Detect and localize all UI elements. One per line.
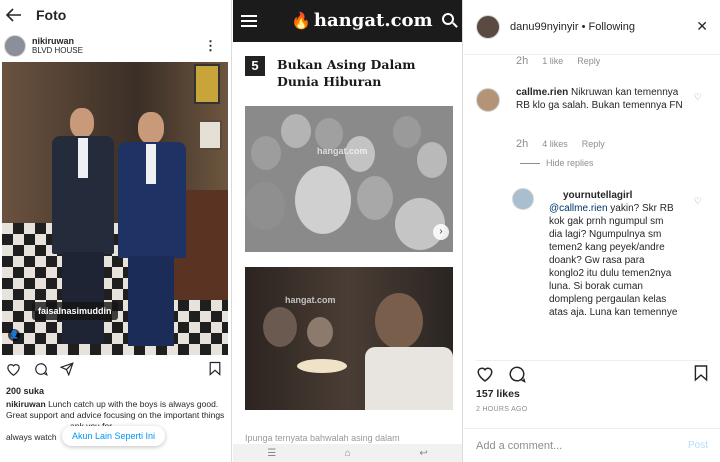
android-nav-bar: ☰ ⌂ ↩ <box>233 444 462 462</box>
reply-button[interactable]: Reply <box>582 139 605 149</box>
next-arrow-icon[interactable]: › <box>433 224 449 240</box>
hide-replies-button[interactable]: Hide replies <box>520 158 594 168</box>
heart-icon[interactable] <box>6 362 21 376</box>
caption-username[interactable]: nikiruwan <box>6 399 46 409</box>
hangat-article-panel: 🔥 hangat.com 5 Bukan Asing Dalam Dunia Hi… <box>233 0 463 462</box>
comments-header: danu99nyinyir • Following ✕ <box>464 0 720 55</box>
close-icon[interactable]: ✕ <box>696 18 708 35</box>
instagram-comments-panel: danu99nyinyir • Following ✕ 2h 1 like Re… <box>464 0 720 462</box>
likes-count[interactable]: 200 suka <box>6 386 44 396</box>
post-actions <box>6 360 221 380</box>
comment-meta: 2h 4 likes Reply <box>516 138 605 150</box>
comment-icon[interactable] <box>34 362 48 376</box>
home-nav-icon[interactable]: ⌂ <box>345 448 351 459</box>
heart-icon[interactable] <box>476 365 494 382</box>
article-heading: 5 Bukan Asing Dalam Dunia Hiburan <box>245 56 447 90</box>
bookmark-icon[interactable] <box>209 361 221 376</box>
article-number: 5 <box>245 56 265 76</box>
tag-user-icon[interactable]: 👤 <box>8 329 20 341</box>
back-nav-icon[interactable]: ↩ <box>419 448 427 459</box>
site-logo[interactable]: 🔥 hangat.com <box>291 10 433 31</box>
comment-likes[interactable]: 4 likes <box>542 139 568 149</box>
more-options-icon[interactable]: ⋮ <box>204 38 217 54</box>
post-header: nikiruwan BLVD HOUSE ⋮ <box>0 30 231 62</box>
comment-icon[interactable] <box>508 365 526 383</box>
site-header: 🔥 hangat.com <box>233 0 462 42</box>
comment-meta: 2h 1 like Reply <box>516 55 601 67</box>
post-button[interactable]: Post <box>688 440 708 451</box>
post-time: 2 HOURS AGO <box>476 406 528 413</box>
avatar[interactable] <box>4 35 26 57</box>
reply-button[interactable]: Reply <box>577 56 600 66</box>
group-selfie-image[interactable]: hangat.com › <box>245 106 453 252</box>
post-location[interactable]: BLVD HOUSE <box>32 46 83 56</box>
comment-username[interactable]: callme.rien <box>516 87 568 98</box>
back-arrow-icon[interactable] <box>6 8 22 22</box>
add-comment-bar: Post <box>464 428 720 462</box>
post-username[interactable]: nikiruwan <box>32 36 83 46</box>
top-bar: Foto <box>0 0 231 30</box>
caption-line: always watch <box>6 432 57 442</box>
post-photo[interactable]: faisalnasimuddin 👤 <box>2 62 228 355</box>
avatar[interactable] <box>476 15 500 39</box>
instagram-photo-panel: Foto nikiruwan BLVD HOUSE ⋮ faisalnasimu… <box>0 0 232 462</box>
menu-icon[interactable] <box>241 15 257 27</box>
likes-count[interactable]: 157 likes <box>476 388 520 400</box>
flame-icon: 🔥 <box>291 11 311 30</box>
header-user: danu99nyinyir • Following <box>510 21 635 33</box>
birthday-cake-image[interactable]: hangat.com <box>245 267 453 410</box>
page-title: Foto <box>36 7 67 23</box>
bookmark-icon[interactable] <box>694 364 708 382</box>
menu-nav-icon[interactable]: ☰ <box>267 448 276 459</box>
comment: callme.rien Nikruwan kan temennya RB klo… <box>516 86 692 112</box>
comment-heart-icon[interactable]: ♡ <box>694 92 702 103</box>
avatar[interactable] <box>476 88 500 112</box>
header-username[interactable]: danu99nyinyir <box>510 21 579 33</box>
comment-heart-icon[interactable]: ♡ <box>694 196 702 207</box>
comment-likes[interactable]: 1 like <box>542 56 563 66</box>
user-tag[interactable]: faisalnasimuddin <box>32 302 118 320</box>
article-title: Bukan Asing Dalam Dunia Hiburan <box>277 57 416 89</box>
comment-input[interactable] <box>476 439 688 452</box>
share-icon[interactable] <box>60 362 74 376</box>
article-body-text: Ipunga ternyata bahwalah asing dalam <box>245 433 400 443</box>
watermark: hangat.com <box>317 146 368 156</box>
post-actions <box>476 360 708 383</box>
following-button[interactable]: Following <box>588 21 634 33</box>
reply-text: yakin? Skr RB kok gak prnh ngumpul sm di… <box>549 203 678 318</box>
avatar[interactable] <box>512 188 534 210</box>
reply-comment: yournutellagirl @callme.rien yakin? Skr … <box>549 189 679 319</box>
similar-accounts-button[interactable]: Akun Lain Seperti Ini <box>62 426 166 446</box>
reply-username[interactable]: yournutellagirl <box>563 190 632 201</box>
search-icon[interactable] <box>442 13 454 25</box>
mention-link[interactable]: @callme.rien <box>549 203 608 214</box>
watermark: hangat.com <box>285 295 336 305</box>
